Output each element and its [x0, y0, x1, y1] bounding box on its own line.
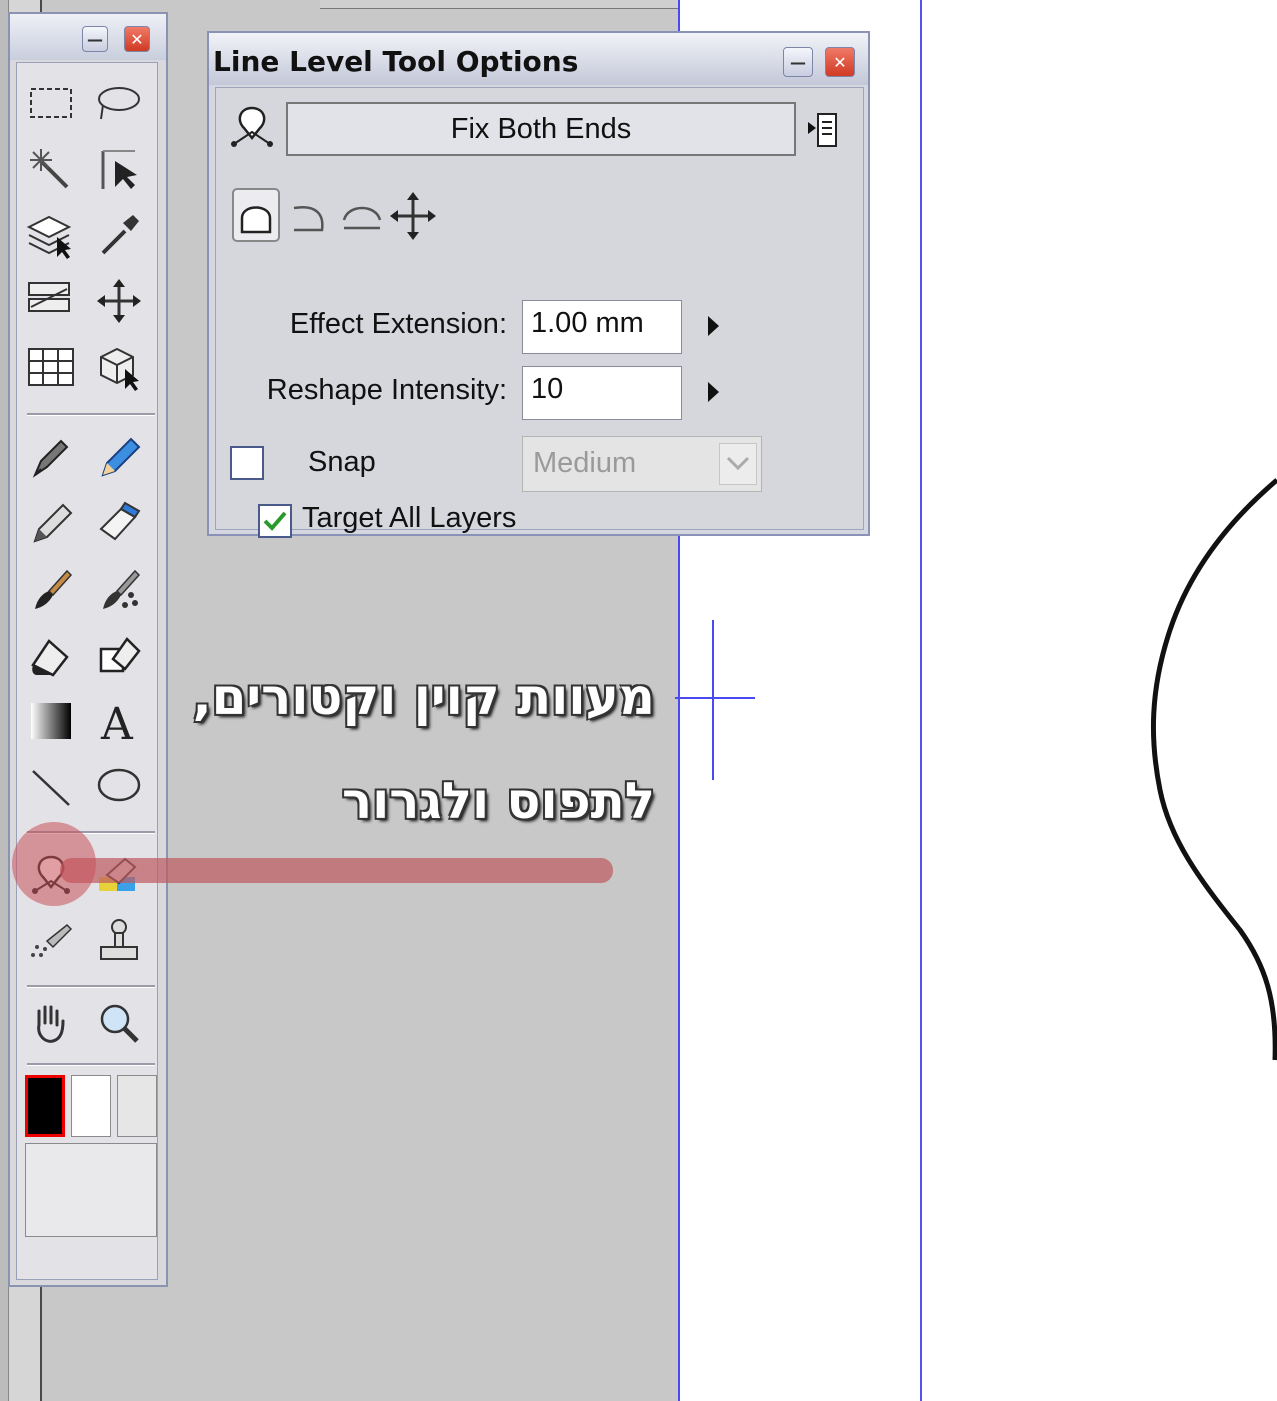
mode-dropdown-value: Fix Both Ends	[450, 112, 632, 145]
spray-brush-icon[interactable]	[91, 561, 147, 617]
highlight-circle	[12, 822, 96, 906]
rect-select-icon[interactable]	[23, 75, 79, 131]
reshape-intensity-field[interactable]: 10	[522, 366, 682, 420]
menu-expand-icon[interactable]	[806, 110, 840, 150]
line-level-icon	[226, 102, 276, 152]
hand-icon[interactable]	[23, 995, 79, 1051]
main-color-swatch[interactable]	[25, 1075, 65, 1137]
magic-wand-icon[interactable]	[23, 141, 79, 197]
ellipse-icon[interactable]	[91, 759, 147, 815]
snap-select[interactable]: Medium	[522, 436, 762, 492]
annotation-line-1: מעוות קוין וקטורים,	[192, 668, 655, 726]
line-level-tool-options-dialog: Line Level Tool Options — ✕ Fix Both End…	[207, 31, 870, 538]
chevron-down-icon[interactable]	[719, 443, 757, 485]
eyedropper-icon[interactable]	[91, 207, 147, 263]
marker-icon[interactable]	[23, 495, 79, 551]
target-all-layers-checkbox[interactable]	[258, 504, 292, 538]
brush-icon[interactable]	[23, 561, 79, 617]
toolbox-separator	[27, 413, 155, 416]
object-select-icon[interactable]	[91, 141, 147, 197]
zoom-icon[interactable]	[91, 995, 147, 1051]
highlight-pointer-bar	[60, 858, 613, 883]
lasso-icon[interactable]	[91, 75, 147, 131]
reshape-intensity-label: Reshape Intensity:	[266, 374, 507, 406]
dialog-title: Line Level Tool Options	[213, 45, 579, 78]
sub-color-swatch[interactable]	[71, 1075, 111, 1137]
move-icon[interactable]	[388, 190, 438, 242]
gradient-icon[interactable]	[23, 693, 79, 749]
toolbox-separator	[27, 985, 155, 988]
dialog-body: Fix Both Ends Effect Extension: 1.00 mm …	[215, 87, 864, 538]
vertical-guide-line	[920, 0, 922, 1401]
dialog-minimize-button[interactable]: —	[783, 47, 813, 77]
flat-arch-icon[interactable]	[338, 192, 386, 240]
toolbox-close-button[interactable]: ✕	[124, 26, 150, 52]
drawn-vector-curve[interactable]	[1100, 460, 1277, 1080]
grid-icon[interactable]	[23, 339, 79, 395]
mode-dropdown[interactable]: Fix Both Ends	[286, 102, 796, 156]
annotation-line-2: לתפוס ולגרור	[342, 772, 655, 830]
effect-extension-arrow-icon[interactable]	[708, 316, 719, 336]
fill-outline-icon[interactable]	[91, 627, 147, 683]
toolbox-separator	[27, 1063, 155, 1066]
hook-icon[interactable]	[288, 192, 332, 240]
toolbox-tools-area: A	[16, 62, 158, 1280]
snap-label: Snap	[308, 446, 376, 478]
transparent-color-swatch[interactable]	[117, 1075, 157, 1137]
fill-icon[interactable]	[23, 627, 79, 683]
eraser-icon[interactable]	[91, 495, 147, 551]
effect-extension-label: Effect Extension:	[289, 308, 507, 340]
pen-icon[interactable]	[23, 429, 79, 485]
dialog-close-button[interactable]: ✕	[825, 47, 855, 77]
crosshair-vertical	[712, 620, 714, 780]
effect-extension-field[interactable]: 1.00 mm	[522, 300, 682, 354]
svg-text:A: A	[100, 699, 134, 745]
toolbox-minimize-button[interactable]: —	[82, 26, 108, 52]
stamp-icon[interactable]	[91, 913, 147, 969]
arch-icon[interactable]	[232, 188, 280, 242]
text-icon[interactable]: A	[91, 693, 147, 749]
color-preview-area	[25, 1143, 157, 1237]
pencil-icon[interactable]	[91, 429, 147, 485]
crosshair-horizontal	[675, 697, 755, 699]
reshape-intensity-arrow-icon[interactable]	[708, 382, 719, 402]
layer-move-icon[interactable]	[23, 273, 79, 329]
target-all-layers-label: Target All Layers	[302, 502, 517, 534]
toolbox-panel: — ✕ A	[8, 12, 168, 1287]
3d-box-icon[interactable]	[91, 339, 147, 395]
move-icon[interactable]	[91, 273, 147, 329]
airbrush-icon[interactable]	[23, 913, 79, 969]
layer-select-icon[interactable]	[23, 207, 79, 263]
line-icon[interactable]	[23, 759, 79, 815]
snap-checkbox[interactable]	[230, 446, 264, 480]
snap-select-value: Medium	[533, 447, 637, 479]
